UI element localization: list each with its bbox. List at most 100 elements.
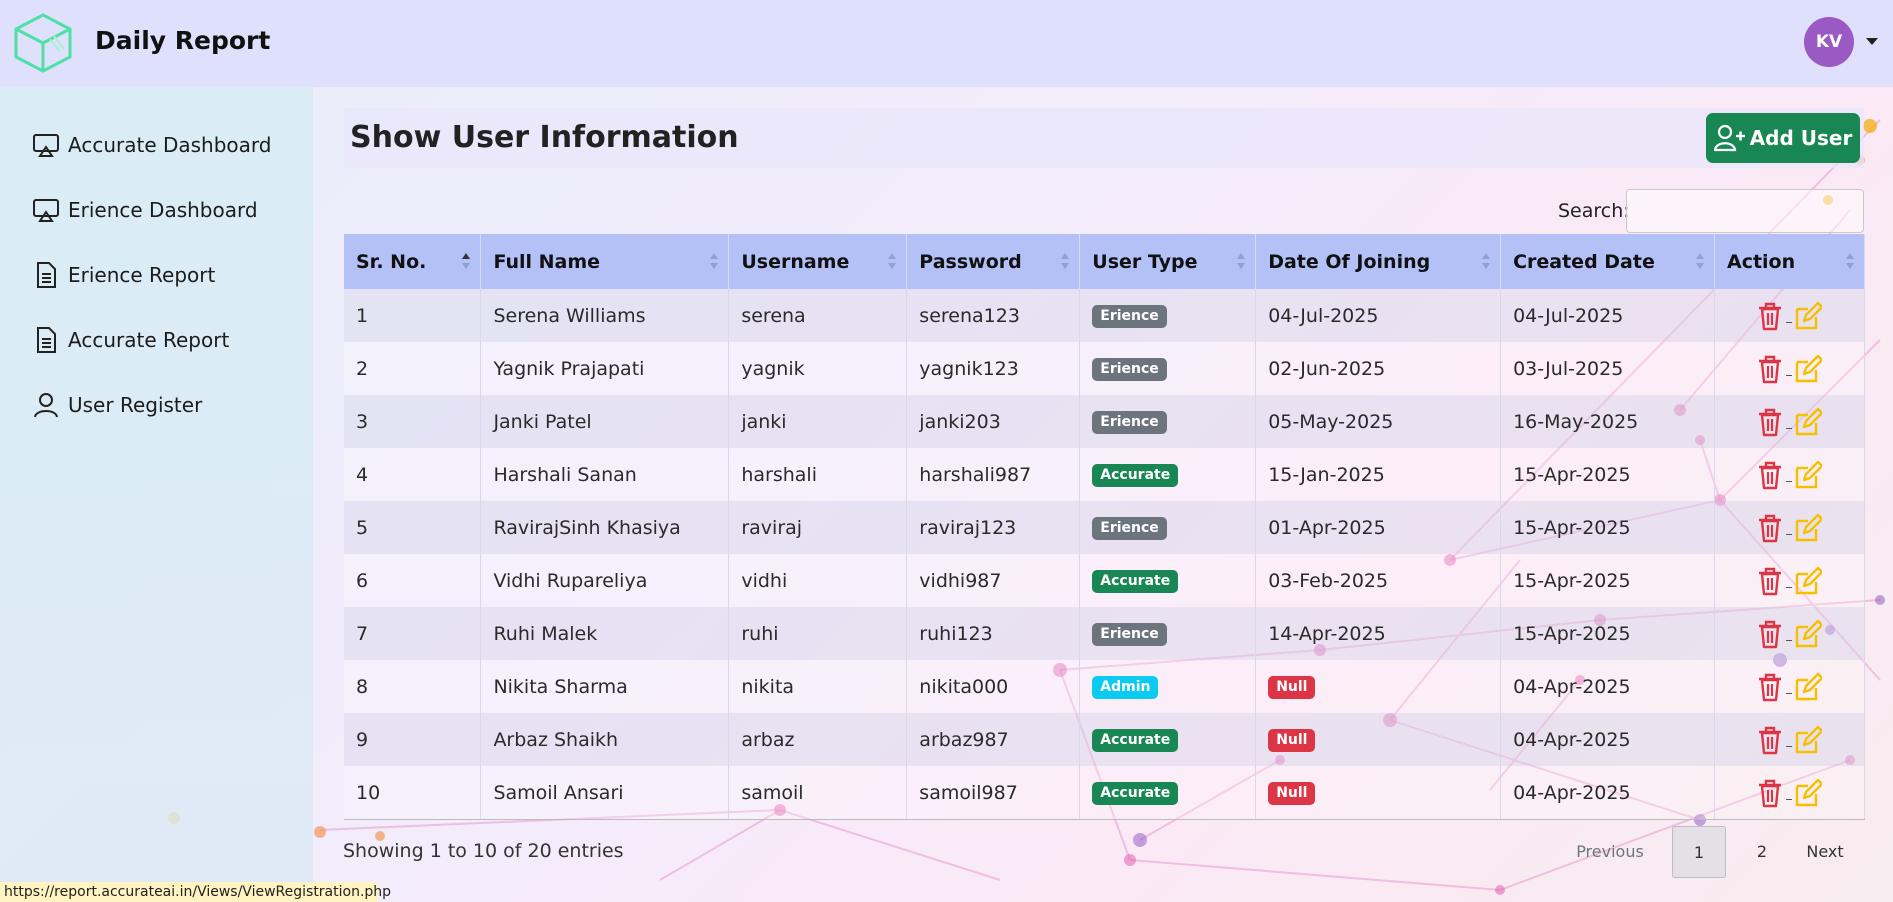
page-header: Show User Information [344, 108, 1864, 168]
sidebar-item-label: User Register [68, 393, 203, 417]
column-header-name[interactable]: Full Name [480, 234, 730, 289]
table-row: 8 Nikita Sharma nikita nikita000 Admin Null 04… [344, 660, 1866, 713]
column-header-label: Password [919, 250, 1022, 273]
brand-title[interactable]: Daily Report [95, 26, 270, 55]
pagination-page-2[interactable]: 2 [1742, 826, 1782, 876]
trash-icon[interactable] [1756, 460, 1784, 490]
column-header-joining[interactable]: Date Of Joining [1255, 234, 1502, 289]
cell-password: ruhi123 [906, 607, 1081, 660]
table-row: 1 Serena Williams serena serena123 Erience 04… [344, 289, 1866, 342]
cell-password: nikita000 [906, 660, 1081, 713]
cell-action [1714, 395, 1866, 448]
user-avatar[interactable]: KV [1804, 17, 1854, 67]
cube-logo-icon[interactable] [10, 12, 76, 74]
edit-icon[interactable] [1794, 407, 1823, 437]
trash-icon[interactable] [1756, 619, 1784, 649]
cell-action [1714, 289, 1866, 342]
cell-type: Admin [1079, 660, 1257, 713]
cell-created: 15-Apr-2025 [1500, 554, 1715, 607]
cell-joining: 14-Apr-2025 [1255, 607, 1502, 660]
row-actions [1727, 407, 1852, 437]
table-row: 6 Vidhi Rupareliya vidhi vidhi987 Accurate 03… [344, 554, 1866, 607]
column-header-action[interactable]: Action [1714, 234, 1866, 289]
table-row: 7 Ruhi Malek ruhi ruhi123 Erience 14-Apr-2025… [344, 607, 1866, 660]
trash-icon[interactable] [1756, 566, 1784, 596]
cell-username: janki [728, 395, 908, 448]
column-header-password[interactable]: Password [906, 234, 1081, 289]
edit-icon[interactable] [1794, 672, 1823, 702]
pagination-page-1[interactable]: 1 [1672, 826, 1726, 878]
user-type-badge: Erience [1092, 516, 1167, 541]
table-body: 1 Serena Williams serena serena123 Erience 04… [344, 289, 1866, 820]
trash-icon[interactable] [1756, 778, 1784, 808]
edit-icon[interactable] [1794, 301, 1823, 331]
trash-icon[interactable] [1756, 513, 1784, 543]
null-badge: Null [1268, 675, 1316, 700]
column-header-created[interactable]: Created Date [1500, 234, 1715, 289]
trash-icon[interactable] [1756, 407, 1784, 437]
cell-password: yagnik123 [906, 342, 1081, 395]
cell-type: Accurate [1079, 448, 1257, 501]
cell-joining: Null [1255, 713, 1502, 766]
pagination-previous[interactable]: Previous [1572, 826, 1648, 876]
edit-icon[interactable] [1794, 619, 1823, 649]
null-badge: Null [1268, 728, 1316, 753]
user-type-badge: Erience [1092, 357, 1167, 382]
row-actions [1727, 725, 1852, 755]
cell-password: harshali987 [906, 448, 1081, 501]
trash-icon[interactable] [1756, 354, 1784, 384]
action-separator [1786, 481, 1793, 482]
sidebar-item-accurate-report[interactable]: Accurate Report [32, 324, 229, 356]
entries-info: Showing 1 to 10 of 20 entries [343, 840, 624, 862]
cell-joining: 03-Feb-2025 [1255, 554, 1502, 607]
user-icon [34, 393, 58, 418]
trash-icon[interactable] [1756, 672, 1784, 702]
cell-created: 04-Apr-2025 [1500, 766, 1715, 820]
cell-type: Accurate [1079, 554, 1257, 607]
trash-icon[interactable] [1756, 725, 1784, 755]
trash-icon[interactable] [1756, 301, 1784, 331]
edit-icon[interactable] [1794, 566, 1823, 596]
action-separator [1786, 693, 1793, 694]
users-table: Sr. No. Full Name Username Password User Typ… [344, 234, 1866, 820]
cell-action [1714, 607, 1866, 660]
cell-username: vidhi [728, 554, 908, 607]
sidebar: Accurate Dashboard Erience Dashboard Eri… [0, 87, 313, 902]
cell-type: Accurate [1079, 766, 1257, 820]
pagination-next[interactable]: Next [1798, 826, 1852, 876]
cell-created: 15-Apr-2025 [1500, 607, 1715, 660]
row-actions [1727, 778, 1852, 808]
caret-down-icon[interactable] [1866, 38, 1878, 45]
cell-name: Yagnik Prajapati [480, 342, 730, 395]
cell-sr: 4 [344, 448, 482, 501]
cell-created: 04-Apr-2025 [1500, 713, 1715, 766]
table-row: 10 Samoil Ansari samoil samoil987 Accurate Nu… [344, 766, 1866, 820]
sidebar-item-user-register[interactable]: User Register [32, 389, 202, 421]
column-header-type[interactable]: User Type [1079, 234, 1257, 289]
column-header-label: Full Name [493, 250, 601, 273]
cell-created: 16-May-2025 [1500, 395, 1715, 448]
sidebar-item-accurate-dashboard[interactable]: Accurate Dashboard [32, 129, 272, 161]
edit-icon[interactable] [1794, 513, 1823, 543]
column-header-username[interactable]: Username [728, 234, 908, 289]
airplay-icon [33, 134, 59, 157]
row-actions [1727, 354, 1852, 384]
action-separator [1786, 799, 1793, 800]
user-type-badge: Accurate [1092, 781, 1179, 806]
search-input[interactable] [1626, 189, 1864, 233]
edit-icon[interactable] [1794, 778, 1823, 808]
edit-icon[interactable] [1794, 354, 1823, 384]
sidebar-item-erience-report[interactable]: Erience Report [32, 259, 215, 291]
cell-joining: 01-Apr-2025 [1255, 501, 1502, 554]
cell-action [1714, 342, 1866, 395]
action-separator [1786, 640, 1793, 641]
sidebar-item-erience-dashboard[interactable]: Erience Dashboard [32, 194, 258, 226]
sort-arrows-icon [1061, 253, 1070, 269]
add-user-button[interactable]: Add User [1706, 113, 1860, 163]
edit-icon[interactable] [1794, 725, 1823, 755]
document-icon [37, 262, 56, 288]
edit-icon[interactable] [1794, 460, 1823, 490]
person-add-icon [1713, 124, 1745, 152]
action-separator [1786, 746, 1793, 747]
column-header-sr[interactable]: Sr. No. [344, 234, 482, 289]
